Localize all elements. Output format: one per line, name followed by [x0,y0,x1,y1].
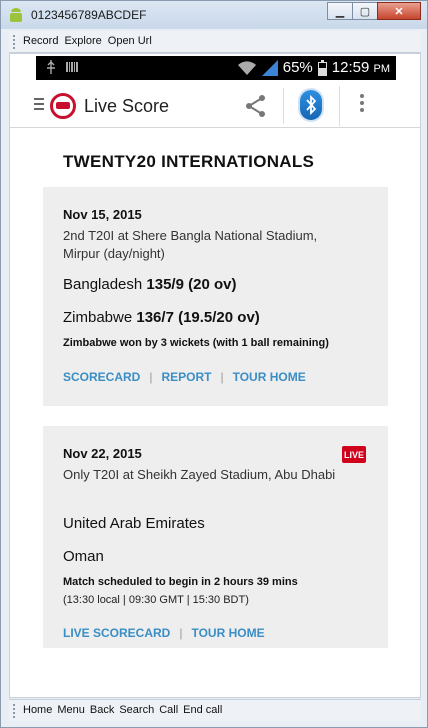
toolbar-grip[interactable] [13,35,16,49]
search-key[interactable]: Search [119,704,154,716]
team1-line: Bangladesh 135/9 (20 ov) [63,276,236,293]
match-card[interactable]: Nov 22, 2015 LIVE Only T20I at Sheikh Za… [43,426,388,648]
end-call-key[interactable]: End call [183,704,222,716]
link-separator: | [179,626,183,640]
team2-name: Zimbabwe [63,309,133,326]
match-date: Nov 22, 2015 [63,446,142,461]
report-link[interactable]: REPORT [161,370,211,384]
toolbar-grip[interactable] [13,704,16,718]
home-key[interactable]: Home [23,704,52,716]
barcode-icon [66,62,78,72]
back-key[interactable]: Back [90,704,114,716]
menu-key[interactable]: Menu [57,704,85,716]
team2-line: Zimbabwe 136/7 (19.5/20 ov) [63,309,260,326]
battery-percent: 65% [282,59,313,76]
android-icon [10,8,22,22]
match-venue: 2nd T20I at Shere Bangla National Stadiu… [63,228,318,261]
clock: 12:59 PM [331,59,390,76]
match-result: Zimbabwe won by 3 wickets (with 1 ball r… [63,337,329,349]
match-links: SCORECARD | REPORT | TOUR HOME [63,370,306,384]
section-title: TWENTY20 INTERNATIONALS [63,152,315,171]
match-card[interactable]: Nov 15, 2015 2nd T20I at Shere Bangla Na… [43,187,388,406]
bottom-toolbar: Home Menu Back Search Call End call [9,699,421,721]
window-title: 0123456789ABCDEF [31,8,147,22]
status-bar: 65% 12:59 PM [36,56,396,80]
match-date: Nov 15, 2015 [63,207,142,222]
link-separator: | [220,370,224,384]
app-logo [50,93,76,119]
menu-icon[interactable] [34,98,44,113]
signal-icon [261,59,278,76]
battery-icon [317,59,327,76]
record-menu-item[interactable]: Record [23,35,58,47]
open-url-menu-item[interactable]: Open Url [108,35,152,47]
team1-score: 135/9 (20 ov) [146,276,237,293]
bluetooth-button[interactable] [286,86,340,126]
call-key[interactable]: Call [159,704,178,716]
live-badge: LIVE [342,446,366,463]
team2-score: 136/7 (19.5/20 ov) [136,309,260,326]
overflow-menu-icon[interactable] [360,94,366,115]
match-status: Match scheduled to begin in 2 hours 39 m… [63,576,298,588]
team2-name: Oman [63,548,104,565]
title-bar: 0123456789ABCDEF ▁ ▢ ✕ [1,1,427,29]
close-button[interactable]: ✕ [377,2,421,20]
tour-home-link[interactable]: TOUR HOME [233,370,306,384]
team1-name: United Arab Emirates [63,515,205,532]
match-times: (13:30 local | 09:30 GMT | 15:30 BDT) [63,594,249,606]
wifi-icon [237,60,256,75]
scorecard-link[interactable]: SCORECARD [63,370,140,384]
match-links: LIVE SCORECARD | TOUR HOME [63,626,265,640]
share-button[interactable] [228,88,284,124]
app-window: 0123456789ABCDEF ▁ ▢ ✕ Record Explore Op… [0,0,428,728]
live-scorecard-link[interactable]: LIVE SCORECARD [63,626,170,640]
tour-home-link[interactable]: TOUR HOME [191,626,264,640]
bluetooth-icon [300,90,322,120]
match-venue: Only T20I at Sheikh Zayed Stadium, Abu D… [63,467,336,482]
link-separator: | [149,370,153,384]
device-screen: 65% 12:59 PM Live Score TWENTY20 INTERNA… [9,53,421,698]
usb-icon [47,60,55,74]
explore-menu-item[interactable]: Explore [64,35,101,47]
maximize-button[interactable]: ▢ [352,2,378,20]
top-toolbar: Record Explore Open Url [9,31,421,53]
team1-name: Bangladesh [63,276,143,293]
share-icon [246,95,265,117]
app-title: Live Score [84,96,170,116]
minimize-button[interactable]: ▁ [327,2,353,20]
app-bar: Live Score [10,84,420,128]
